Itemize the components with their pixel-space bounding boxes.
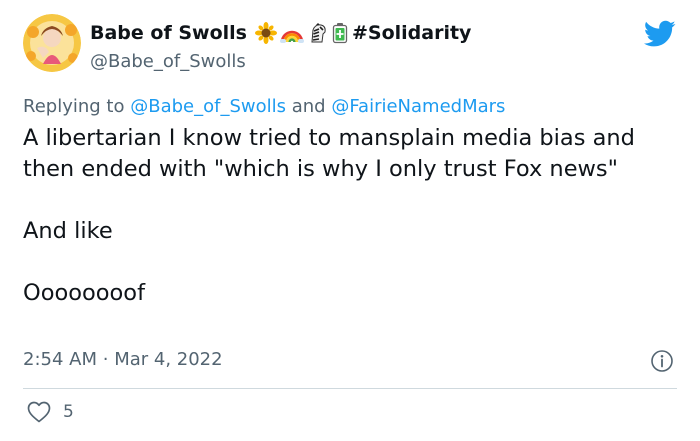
author-name-row: Babe of Swolls #Solidarity (90, 22, 471, 44)
replying-to-joiner: and (291, 96, 326, 117)
tweet-timestamp[interactable]: 2:54 AM · Mar 4, 2022 (23, 349, 223, 370)
tweet-date: Mar 4, 2022 (114, 349, 223, 370)
name-emoji-group (254, 22, 348, 44)
author-hashtag[interactable]: #Solidarity (352, 22, 471, 44)
tweet-paragraph: And like (23, 218, 113, 244)
twitter-bird-icon[interactable] (644, 20, 676, 48)
avatar-image (23, 14, 81, 72)
like-action[interactable]: 5 (27, 401, 74, 423)
author-display-name[interactable]: Babe of Swolls (90, 22, 247, 44)
reply-mention-link[interactable]: @Babe_of_Swolls (130, 96, 286, 117)
battery-icon (332, 23, 348, 44)
replying-to-line: Replying to @Babe_of_Swolls and @FairieN… (23, 96, 505, 117)
tweet-paragraph: Oooooooof (23, 280, 145, 306)
tweet-paragraph: A libertarian I know tried to mansplain … (23, 125, 635, 182)
tweet-text: A libertarian I know tried to mansplain … (23, 123, 683, 309)
tweet-time: 2:54 AM (23, 349, 97, 370)
info-icon[interactable] (650, 349, 674, 373)
reply-mention-link[interactable]: @FairieNamedMars (331, 96, 505, 117)
heart-icon[interactable] (27, 401, 51, 423)
meta-separator: · (102, 349, 109, 370)
zebra-icon (311, 23, 326, 43)
like-count: 5 (63, 402, 74, 422)
avatar[interactable] (23, 14, 81, 72)
replying-to-prefix: Replying to (23, 96, 125, 117)
rainbow-icon (279, 30, 304, 43)
divider (23, 388, 677, 389)
tweet-card: Babe of Swolls #Solidarity @Babe_of_Swol… (0, 0, 700, 441)
author-handle[interactable]: @Babe_of_Swolls (90, 51, 246, 72)
sunflower-icon (254, 22, 277, 44)
